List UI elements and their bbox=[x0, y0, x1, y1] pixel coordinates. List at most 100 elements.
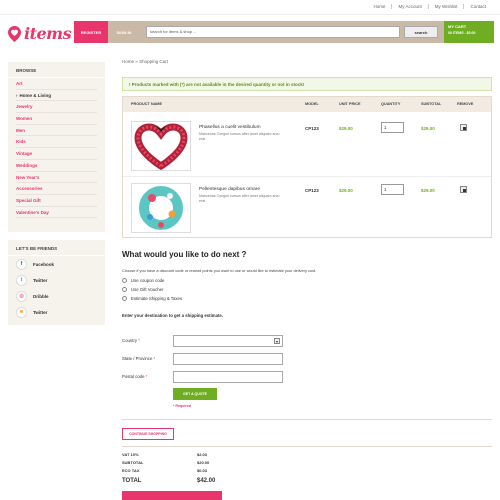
region-input[interactable] bbox=[173, 353, 283, 365]
browse-panel: BROWSE Art Home & Living Jewelry Women M… bbox=[8, 62, 105, 232]
quantity-input[interactable]: 1 bbox=[381, 184, 404, 195]
option-gift-voucher[interactable]: Use Gift Voucher bbox=[122, 287, 163, 292]
product-subtotal: $29.00 bbox=[421, 188, 435, 193]
top-link-contact[interactable]: Contact bbox=[463, 4, 492, 9]
search-button[interactable]: search bbox=[404, 26, 438, 38]
option-estimate-shipping[interactable]: Estimate Shipping & Taxes bbox=[122, 296, 182, 301]
product-model: CP123 bbox=[305, 126, 319, 131]
breadcrumb-separator: » bbox=[135, 59, 138, 64]
breadcrumb-current: Shopping Cart bbox=[139, 59, 168, 64]
social-twitter[interactable]: t Twitter bbox=[8, 272, 105, 288]
product-name[interactable]: Phasellus a cuelit vestibulum bbox=[199, 125, 261, 130]
country-select[interactable] bbox=[173, 335, 283, 347]
header-subtotal: SUBTOTAL bbox=[421, 102, 442, 106]
social-label: Twitter bbox=[33, 277, 48, 283]
social-panel: LET'S BE FRIENDS f Facebook t Twitter ◎ … bbox=[8, 240, 105, 325]
product-thumbnail[interactable] bbox=[131, 121, 191, 171]
category-men[interactable]: Men bbox=[16, 125, 97, 137]
signin-button[interactable]: SIGN IN bbox=[108, 21, 140, 43]
product-price: $29.00 bbox=[339, 188, 353, 193]
top-link-my-account[interactable]: My Account bbox=[391, 4, 427, 9]
remove-checkbox[interactable] bbox=[460, 124, 467, 131]
category-weddings[interactable]: Weddings bbox=[16, 160, 97, 172]
top-link-home[interactable]: Home bbox=[367, 4, 391, 9]
social-label: Twitter bbox=[33, 309, 48, 315]
option-label: Estimate Shipping & Taxes bbox=[131, 296, 183, 301]
category-art[interactable]: Art bbox=[16, 78, 97, 90]
total-value: $2.03 bbox=[197, 452, 208, 457]
category-kids[interactable]: Kids bbox=[16, 136, 97, 149]
social-dribbble[interactable]: ◎ Dribble bbox=[8, 288, 105, 304]
cart-row: Pellentesque dapibus ornare Maecenas Con… bbox=[123, 179, 491, 237]
category-new-years[interactable]: New Year's bbox=[16, 172, 97, 184]
total-line-eco-tax: ECO TAX $0.03 bbox=[122, 468, 222, 473]
rss-icon: ≋ bbox=[16, 306, 27, 318]
country-label: Country * bbox=[122, 338, 140, 343]
total-value: $20.00 bbox=[197, 460, 210, 465]
shipping-estimate-text: Enter your destination to get a shipping… bbox=[122, 313, 223, 318]
quantity-input[interactable]: 1 bbox=[381, 122, 404, 133]
next-steps-title: What would you like to do next ? bbox=[122, 250, 247, 259]
get-quote-button[interactable]: GET A QUOTE bbox=[173, 388, 217, 400]
social-facebook[interactable]: f Facebook bbox=[8, 256, 105, 272]
cart-summary: 00 ITEMS - $0.00 bbox=[448, 31, 476, 35]
option-coupon[interactable]: Use coupon code bbox=[122, 278, 164, 283]
search-input[interactable]: search for items & shop ... bbox=[146, 26, 400, 38]
radio-button[interactable] bbox=[122, 287, 127, 292]
my-cart-button[interactable]: MY CART 00 ITEMS - $0.00 bbox=[444, 21, 494, 43]
total-label: SUBTOTAL bbox=[122, 460, 144, 465]
required-mark: * bbox=[138, 338, 140, 343]
cart-table: PRODUCT NAME MODEL UNIT PRICE QUANTITY S… bbox=[122, 96, 492, 238]
product-description: Maecenas Congue cursus after amet aliqua… bbox=[199, 132, 280, 141]
product-model: CP123 bbox=[305, 188, 319, 193]
total-label: VAT 10% bbox=[122, 452, 139, 457]
header-model: MODEL bbox=[305, 102, 319, 106]
header-divider bbox=[0, 14, 500, 15]
category-accessories[interactable]: Accessories bbox=[16, 183, 97, 195]
product-subtotal: $29.00 bbox=[421, 126, 435, 131]
required-mark: * bbox=[145, 374, 148, 379]
next-steps-description: Choose if you have a discount code or re… bbox=[122, 268, 317, 273]
remove-checkbox[interactable] bbox=[460, 186, 467, 193]
header-quantity: QUANTITY bbox=[381, 102, 401, 106]
top-navigation: Home My Account My Wishlist Contact bbox=[367, 4, 492, 9]
social-label: Dribble bbox=[33, 293, 49, 299]
required-note: * Required bbox=[173, 404, 191, 408]
social-rss[interactable]: ≋ Twitter bbox=[8, 304, 105, 320]
divider bbox=[122, 446, 492, 447]
facebook-icon: f bbox=[16, 258, 27, 270]
logo[interactable]: items bbox=[8, 24, 72, 43]
header-unit-price: UNIT PRICE bbox=[339, 102, 361, 106]
category-special-gift[interactable]: Special Gift bbox=[16, 195, 97, 207]
social-label: Facebook bbox=[33, 261, 55, 267]
category-women[interactable]: Women bbox=[16, 113, 97, 125]
category-jewelry[interactable]: Jewelry bbox=[16, 101, 97, 114]
product-name[interactable]: Pellentesque dapibus ornare bbox=[199, 187, 260, 192]
top-link-my-wishlist[interactable]: My Wishlist bbox=[427, 4, 464, 9]
grand-total-value: $42.00 bbox=[197, 478, 216, 484]
radio-button[interactable] bbox=[122, 278, 127, 283]
logo-text: items bbox=[24, 24, 72, 43]
category-vintage[interactable]: Vintage bbox=[16, 148, 97, 160]
browse-heading: BROWSE bbox=[8, 62, 105, 78]
category-valentines-day[interactable]: Valentine's Day bbox=[16, 207, 97, 219]
total-value: $0.03 bbox=[197, 468, 208, 473]
product-description: Maecenas Congue cursus after amet aliqua… bbox=[199, 194, 280, 203]
checkout-button[interactable] bbox=[122, 491, 222, 500]
label-text: Country bbox=[122, 338, 138, 343]
postcode-input[interactable] bbox=[173, 371, 283, 383]
chevron-down-icon bbox=[274, 338, 280, 344]
breadcrumb: Home » Shopping Cart bbox=[122, 59, 168, 64]
cart-row: Phasellus a cuelit vestibulum Maecenas C… bbox=[123, 117, 491, 175]
row-divider bbox=[123, 176, 491, 177]
category-home-living[interactable]: Home & Living bbox=[16, 90, 97, 102]
breadcrumb-home[interactable]: Home bbox=[122, 59, 134, 64]
total-label: ECO TAX bbox=[122, 468, 140, 473]
twitter-icon: t bbox=[16, 274, 27, 286]
continue-shopping-button[interactable]: CONTINUE SHOPPING bbox=[122, 428, 174, 440]
cart-title: MY CART bbox=[448, 24, 467, 29]
product-thumbnail[interactable] bbox=[131, 183, 191, 233]
radio-button[interactable] bbox=[122, 296, 127, 301]
register-button[interactable]: REGISTER bbox=[74, 21, 108, 43]
stock-warning: ! Products marked with (*) are not avail… bbox=[122, 77, 492, 91]
